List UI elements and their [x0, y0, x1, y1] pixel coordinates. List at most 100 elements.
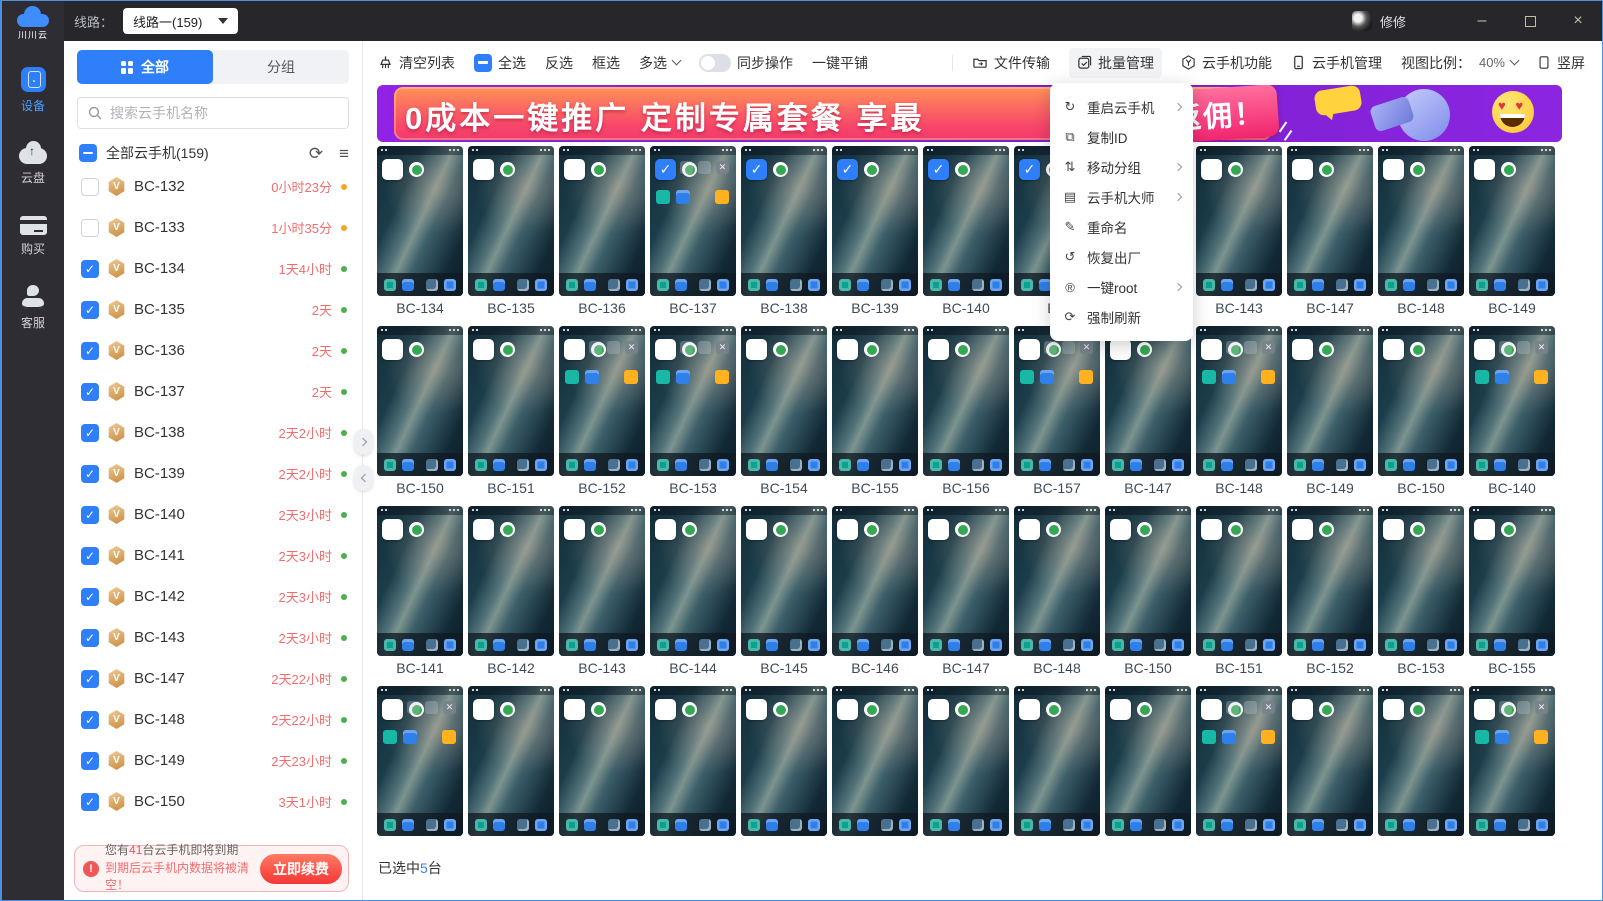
- tile-checkbox[interactable]: [1383, 519, 1404, 540]
- files-app-icon[interactable]: [1403, 639, 1415, 651]
- chat-app-icon[interactable]: [1202, 730, 1216, 744]
- phone-screen[interactable]: [832, 326, 918, 476]
- settings-app-icon[interactable]: [566, 639, 578, 651]
- files-app-icon[interactable]: [1312, 819, 1324, 831]
- tile-checkbox[interactable]: [1292, 159, 1313, 180]
- store-app-icon[interactable]: [626, 639, 638, 651]
- tile-checkbox[interactable]: [1019, 519, 1040, 540]
- tile-checkbox[interactable]: [382, 699, 403, 720]
- files-app-icon[interactable]: [1039, 639, 1051, 651]
- phone-tile[interactable]: [741, 686, 827, 859]
- device-checkbox[interactable]: ✓: [81, 342, 99, 360]
- settings-app-icon[interactable]: [1385, 639, 1397, 651]
- store-app-icon[interactable]: [1263, 639, 1275, 651]
- device-list-item[interactable]: ✓VBC-1503天1小时: [64, 781, 362, 822]
- tile-checkbox[interactable]: [1474, 339, 1495, 360]
- phone-tile[interactable]: ✓BC-138: [741, 146, 827, 319]
- menu-item[interactable]: ▤云手机大师: [1050, 182, 1193, 212]
- device-list-item[interactable]: ✓VBC-1492天23小时: [64, 740, 362, 781]
- files-app-icon[interactable]: [857, 279, 869, 291]
- store-app-icon[interactable]: [535, 459, 547, 471]
- device-checkbox[interactable]: ✓: [81, 465, 99, 483]
- gallery-app-icon[interactable]: [1245, 459, 1257, 471]
- gallery-app-icon[interactable]: [1063, 819, 1075, 831]
- orange-app-icon[interactable]: [442, 730, 456, 744]
- search-input[interactable]: 搜索云手机名称: [77, 97, 349, 129]
- phone-tile[interactable]: ✕: [1196, 686, 1282, 859]
- files-app-icon[interactable]: [1221, 279, 1233, 291]
- tile-checkbox[interactable]: [655, 519, 676, 540]
- settings-app-icon[interactable]: [657, 459, 669, 471]
- phone-screen[interactable]: [377, 326, 463, 476]
- files-app-icon[interactable]: [493, 459, 505, 471]
- gallery-app-icon[interactable]: [1518, 279, 1530, 291]
- phone-screen[interactable]: [559, 146, 645, 296]
- menu-item[interactable]: ↻重启云手机: [1050, 92, 1193, 122]
- device-checkbox[interactable]: ✓: [81, 301, 99, 319]
- gallery-app-icon[interactable]: [972, 819, 984, 831]
- files-app-icon[interactable]: [584, 819, 596, 831]
- settings-app-icon[interactable]: [1203, 819, 1215, 831]
- settings-app-icon[interactable]: [1112, 639, 1124, 651]
- phone-screen[interactable]: [1378, 326, 1464, 476]
- settings-app-icon[interactable]: [1294, 819, 1306, 831]
- phone-tile[interactable]: BC-153: [1378, 506, 1464, 679]
- store-app-icon[interactable]: [1081, 819, 1093, 831]
- phone-features-button[interactable]: 云手机功能: [1181, 53, 1272, 73]
- settings-app-icon[interactable]: [384, 279, 396, 291]
- phone-screen[interactable]: ✓: [923, 146, 1009, 296]
- phone-tile[interactable]: BC-149: [1469, 146, 1555, 319]
- settings-app-icon[interactable]: [475, 279, 487, 291]
- phone-tile[interactable]: ✕BC-153: [650, 326, 736, 499]
- settings-app-icon[interactable]: [1112, 459, 1124, 471]
- phone-tile[interactable]: BC-141: [377, 506, 463, 679]
- tile-checkbox[interactable]: ✓: [746, 159, 767, 180]
- tile-checkbox[interactable]: [1201, 699, 1222, 720]
- gallery-app-icon[interactable]: [1154, 459, 1166, 471]
- phone-screen[interactable]: [559, 686, 645, 836]
- settings-app-icon[interactable]: [1203, 639, 1215, 651]
- phone-screen[interactable]: ✕: [1469, 686, 1555, 836]
- phone-screen[interactable]: ✕: [650, 326, 736, 476]
- settings-app-icon[interactable]: [1112, 819, 1124, 831]
- folder-app-icon[interactable]: [585, 370, 599, 384]
- gallery-app-icon[interactable]: [1245, 639, 1257, 651]
- store-app-icon[interactable]: [626, 459, 638, 471]
- tile-checkbox[interactable]: ✓: [928, 159, 949, 180]
- phone-tile[interactable]: [923, 686, 1009, 859]
- portrait-mode-button[interactable]: 竖屏: [1537, 53, 1585, 73]
- device-checkbox[interactable]: ✓: [81, 711, 99, 729]
- menu-item[interactable]: ®一键root: [1050, 272, 1193, 302]
- store-app-icon[interactable]: [626, 279, 638, 291]
- phone-tile[interactable]: BC-154: [741, 326, 827, 499]
- store-app-icon[interactable]: [717, 819, 729, 831]
- settings-app-icon[interactable]: [384, 819, 396, 831]
- chat-app-icon[interactable]: [1020, 370, 1034, 384]
- gallery-app-icon[interactable]: [608, 639, 620, 651]
- gallery-app-icon[interactable]: [881, 639, 893, 651]
- store-app-icon[interactable]: [1354, 819, 1366, 831]
- device-checkbox[interactable]: ✓: [81, 588, 99, 606]
- store-app-icon[interactable]: [1445, 459, 1457, 471]
- folder-app-icon[interactable]: [676, 370, 690, 384]
- phone-manage-button[interactable]: 云手机管理: [1291, 53, 1382, 73]
- chat-app-icon[interactable]: [656, 370, 670, 384]
- store-app-icon[interactable]: [444, 819, 456, 831]
- view-scale-control[interactable]: 视图比例： 40%: [1401, 53, 1518, 73]
- files-app-icon[interactable]: [675, 639, 687, 651]
- store-app-icon[interactable]: [1172, 819, 1184, 831]
- gallery-app-icon[interactable]: [1154, 819, 1166, 831]
- files-app-icon[interactable]: [857, 819, 869, 831]
- store-app-icon[interactable]: [1172, 639, 1184, 651]
- gallery-app-icon[interactable]: [1518, 819, 1530, 831]
- close-app-icon[interactable]: ✕: [716, 341, 729, 354]
- gallery-app-icon[interactable]: [1336, 279, 1348, 291]
- store-app-icon[interactable]: [808, 459, 820, 471]
- files-app-icon[interactable]: [1130, 639, 1142, 651]
- phone-screen[interactable]: [1287, 506, 1373, 656]
- folder-app-icon[interactable]: [1040, 370, 1054, 384]
- gallery-app-icon[interactable]: [972, 639, 984, 651]
- files-app-icon[interactable]: [1494, 819, 1506, 831]
- files-app-icon[interactable]: [675, 459, 687, 471]
- settings-app-icon[interactable]: [1385, 819, 1397, 831]
